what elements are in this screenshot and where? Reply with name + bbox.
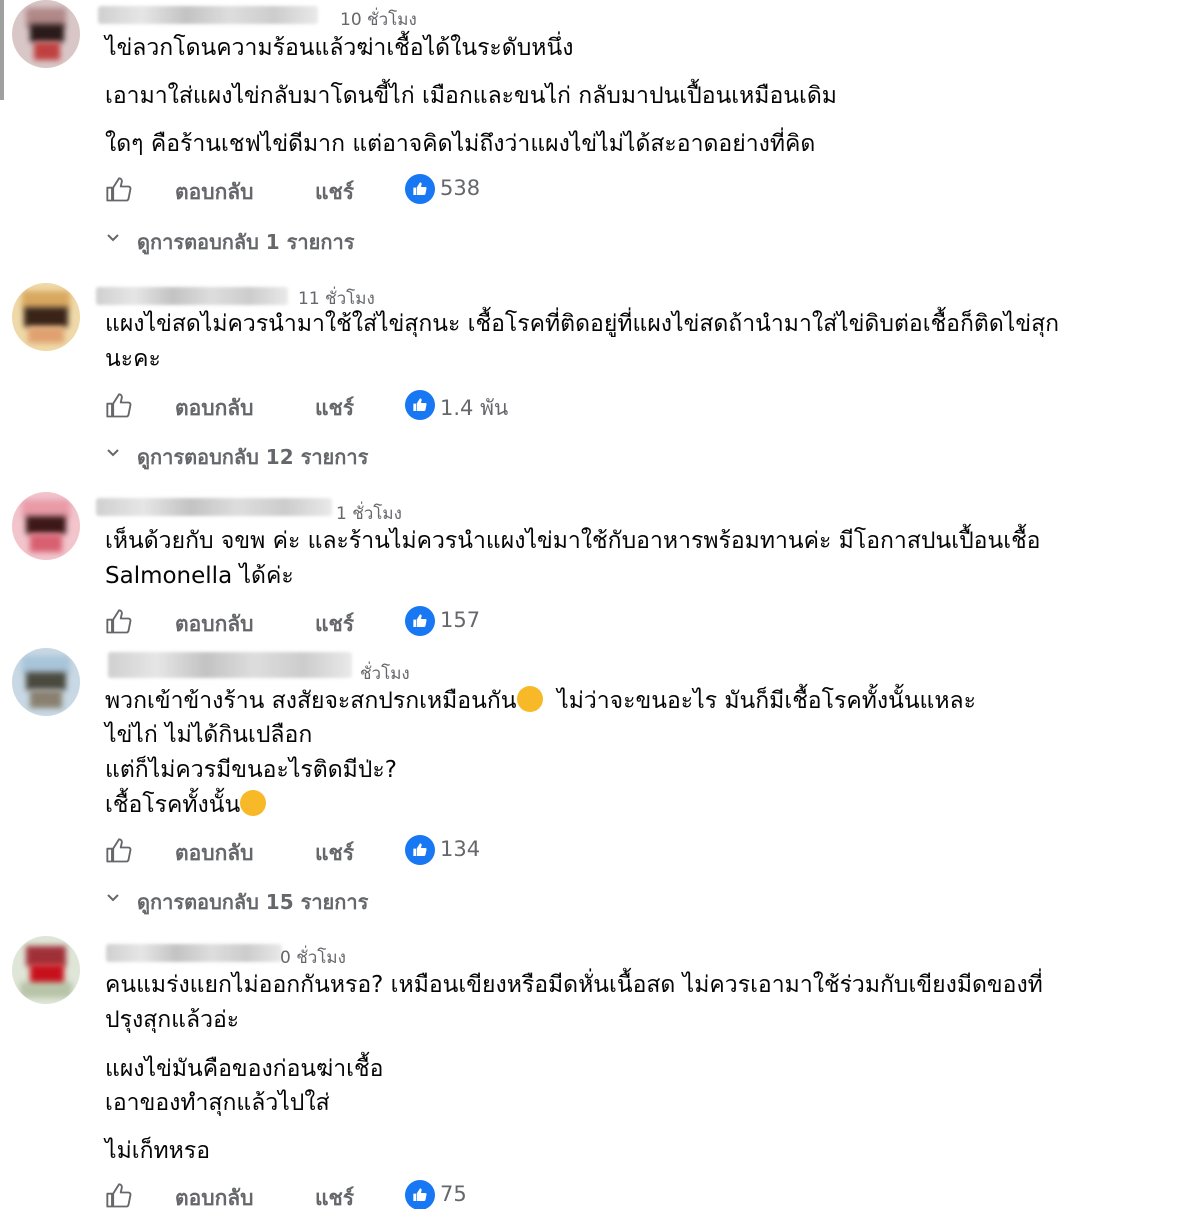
comment-actions: ตอบกลับ แชร์ 1.4 พัน (105, 390, 705, 424)
thumbs-up-icon[interactable] (105, 608, 133, 636)
comment-text: นะคะ (105, 346, 161, 372)
comment-text: เห็นด้วยกับ จขพ ค่ะ และร้านไม่ควรนำแผงไข… (105, 528, 1041, 554)
view-replies-label: ดูการตอบกลับ 12 รายการ (137, 445, 369, 469)
share-button[interactable]: แชร์ (315, 176, 354, 209)
left-edge-divider (0, 0, 4, 100)
thumbs-up-icon[interactable] (105, 392, 133, 420)
like-reaction-icon[interactable] (405, 390, 435, 420)
rolling-laughing-emoji-icon (516, 686, 543, 712)
comment-text: ไม่เก็ทหรอ (105, 1138, 211, 1164)
thumbs-up-icon[interactable] (105, 176, 133, 204)
comment-text: แผงไข่มันคือของก่อนฆ่าเชื้อ (105, 1056, 384, 1082)
comment-text: พวกเข้าข้างร้าน สงสัยจะสกปรกเหมือนกัน ไม… (105, 684, 976, 718)
reply-button[interactable]: ตอบกลับ (175, 608, 254, 641)
author-name-blurred[interactable] (98, 6, 318, 24)
reply-button[interactable]: ตอบกลับ (175, 176, 254, 209)
comment-time[interactable]: 0 ชั่วโมง (280, 944, 346, 971)
like-reaction-icon[interactable] (405, 1180, 435, 1209)
comment-actions: ตอบกลับ แชร์ 75 (105, 1180, 705, 1209)
chevron-down-icon (107, 234, 119, 242)
tired-face-emoji-icon (240, 790, 267, 816)
comment-text-part: เชื้อโรคทั้งนั้น (105, 792, 241, 818)
comment-time[interactable]: ชั่วโมง (360, 660, 410, 687)
reaction-count[interactable]: 157 (440, 608, 480, 632)
comment-text: แผงไข่สดไม่ควรนำมาใช้ใส่ไข่สุกนะ เชื้อโร… (105, 311, 1060, 337)
reaction-count[interactable]: 134 (440, 837, 480, 861)
comment-text: แต่ก็ไม่ควรมีขนอะไรติดมีป่ะ? (105, 757, 397, 783)
author-name-blurred[interactable] (96, 287, 288, 305)
author-name-blurred[interactable] (108, 652, 352, 678)
reaction-count[interactable]: 75 (440, 1182, 467, 1206)
comment-text: คนแมร่งแยกไม่ออกกันหรอ? เหมือนเขียงหรือม… (105, 972, 1043, 998)
chevron-down-icon (107, 894, 119, 902)
reaction-count[interactable]: 538 (440, 176, 480, 200)
view-replies-label: ดูการตอบกลับ 15 รายการ (137, 890, 369, 914)
like-reaction-icon[interactable] (405, 606, 435, 636)
share-button[interactable]: แชร์ (315, 392, 354, 425)
comment-time[interactable]: 1 ชั่วโมง (336, 500, 402, 527)
author-name-blurred[interactable] (106, 944, 282, 962)
comment-actions: ตอบกลับ แชร์ 538 (105, 174, 705, 208)
comment-actions: ตอบกลับ แชร์ 134 (105, 835, 705, 869)
reply-button[interactable]: ตอบกลับ (175, 1182, 254, 1209)
view-replies-link[interactable]: ดูการตอบกลับ 15 รายการ (105, 886, 505, 916)
comment-text: Salmonella ได้ค่ะ (105, 563, 294, 589)
avatar[interactable] (12, 283, 80, 351)
reply-button[interactable]: ตอบกลับ (175, 392, 254, 425)
thumbs-up-icon[interactable] (105, 837, 133, 865)
like-reaction-icon[interactable] (405, 174, 435, 204)
like-reaction-icon[interactable] (405, 835, 435, 865)
comment-text: ไข่ไก่ ไม่ได้กินเปลือก (105, 722, 313, 748)
author-name-blurred[interactable] (96, 498, 332, 516)
share-button[interactable]: แชร์ (315, 837, 354, 870)
view-replies-link[interactable]: ดูการตอบกลับ 12 รายการ (105, 441, 505, 471)
comment-text-part: ไม่ว่าจะขนอะไร มันก็มีเชื้อโรคทั้งนั้นแห… (557, 688, 976, 714)
reaction-count[interactable]: 1.4 พัน (440, 392, 508, 425)
reply-button[interactable]: ตอบกลับ (175, 837, 254, 870)
thumbs-up-icon[interactable] (105, 1182, 133, 1209)
comment-time[interactable]: 10 ชั่วโมง (340, 6, 417, 33)
avatar[interactable] (12, 0, 80, 68)
comment-text: ใดๆ คือร้านเชฟไข่ดีมาก แต่อาจคิดไม่ถึงว่… (105, 131, 816, 157)
avatar[interactable] (12, 648, 80, 716)
avatar[interactable] (12, 492, 80, 560)
comment-text: ปรุงสุกแล้วอ่ะ (105, 1007, 240, 1033)
chevron-down-icon (107, 449, 119, 457)
comment-text-part: พวกเข้าข้างร้าน สงสัยจะสกปรกเหมือนกัน (105, 688, 517, 714)
view-replies-label: ดูการตอบกลับ 1 รายการ (137, 230, 355, 254)
view-replies-link[interactable]: ดูการตอบกลับ 1 รายการ (105, 226, 505, 256)
comment-text: เชื้อโรคทั้งนั้น (105, 788, 267, 822)
avatar[interactable] (12, 936, 80, 1004)
comment-text: ไข่ลวกโดนความร้อนแล้วฆ่าเชื้อได้ในระดับห… (105, 35, 574, 61)
share-button[interactable]: แชร์ (315, 608, 354, 641)
comment-text: เอามาใส่แผงไข่กลับมาโดนขี้ไก่ เมือกและขน… (105, 83, 837, 109)
comment-actions: ตอบกลับ แชร์ 157 (105, 606, 705, 640)
comment-text: เอาของทำสุกแล้วไปใส่ (105, 1090, 330, 1116)
share-button[interactable]: แชร์ (315, 1182, 354, 1209)
